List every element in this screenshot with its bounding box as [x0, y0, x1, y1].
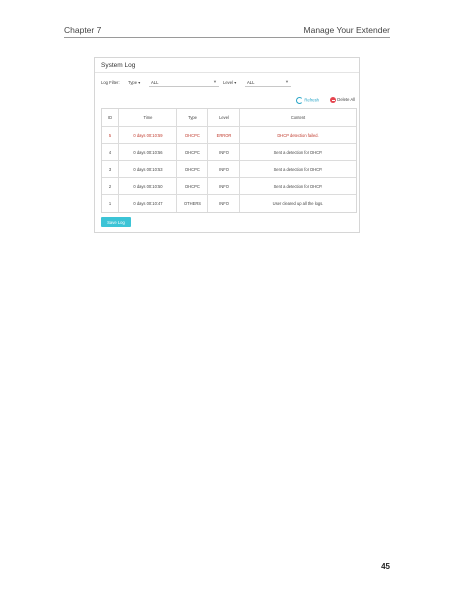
cell-id: 4: [108, 150, 112, 155]
cell-content: DHCP detection failed.: [239, 127, 356, 144]
table-header-row: ID Time Type Level Content: [102, 109, 356, 126]
cell-id: 1: [108, 201, 112, 206]
cell-type: DHCPC: [176, 144, 208, 161]
header-divider: [64, 37, 390, 38]
type-select-value: ALL: [151, 80, 159, 85]
header-level: Level: [207, 109, 240, 126]
table-row: 3 0 days 00:10:53 DHCPC INFO Sent a dete…: [102, 160, 356, 178]
system-log-panel: System Log Log Filter: Type ▾ ALL ▼ Leve…: [94, 57, 360, 233]
cell-content: Sent a detection for DHCP.: [239, 144, 356, 161]
level-select-value: ALL: [247, 80, 255, 85]
refresh-icon: [296, 97, 304, 104]
log-filter-label: Log Filter:: [101, 80, 120, 85]
cell-id: 2: [108, 184, 112, 189]
cell-level: INFO: [207, 195, 240, 212]
page-number: 45: [381, 562, 390, 571]
table-row: 5 0 days 00:10:59 DHCPC ERROR DHCP detec…: [102, 126, 356, 144]
refresh-button[interactable]: Refresh: [296, 97, 319, 104]
cell-type: DHCPC: [176, 178, 208, 195]
type-filter-label: Type ▾: [128, 80, 141, 85]
cell-type: DHCPC: [176, 161, 208, 178]
save-log-button[interactable]: Save Log: [101, 217, 131, 227]
cell-level: ERROR: [207, 127, 240, 144]
cell-type: OTHERS: [176, 195, 208, 212]
cell-content: User cleared up all the logs.: [239, 195, 356, 212]
chevron-down-icon: ▾: [138, 80, 141, 85]
chapter-title: Manage Your Extender: [303, 25, 390, 35]
cell-time: 0 days 00:10:56: [118, 144, 177, 161]
header-time: Time: [118, 109, 177, 126]
cell-id: 3: [108, 167, 112, 172]
chevron-down-icon: ▾: [234, 80, 237, 85]
header-type: Type: [176, 109, 208, 126]
cell-time: 0 days 00:10:50: [118, 178, 177, 195]
table-row: 4 0 days 00:10:56 DHCPC INFO Sent a dete…: [102, 143, 356, 161]
cell-time: 0 days 00:10:59: [118, 127, 177, 144]
cell-content: Sent a detection for DHCP.: [239, 161, 356, 178]
chapter-label: Chapter 7: [64, 25, 102, 35]
cell-id: 5: [108, 133, 112, 138]
title-divider: [95, 72, 359, 73]
table-row: 2 0 days 00:10:50 DHCPC INFO Sent a dete…: [102, 177, 356, 195]
dropdown-arrow-icon: ▼: [285, 79, 289, 84]
table-row: 1 0 days 00:10:47 OTHERS INFO User clear…: [102, 194, 356, 212]
cell-level: INFO: [207, 144, 240, 161]
type-select[interactable]: ALL ▼: [149, 78, 219, 87]
cell-level: INFO: [207, 178, 240, 195]
cell-time: 0 days 00:10:47: [118, 195, 177, 212]
delete-all-button[interactable]: Delete All: [330, 97, 355, 103]
log-table: ID Time Type Level Content 5 0 days 00:1…: [101, 108, 357, 213]
level-select[interactable]: ALL ▼: [245, 78, 291, 87]
header-id: ID: [107, 115, 113, 120]
level-filter-label: Level ▾: [223, 80, 237, 85]
header-content: Content: [239, 109, 356, 126]
panel-title: System Log: [101, 62, 136, 69]
cell-time: 0 days 00:10:53: [118, 161, 177, 178]
cell-content: Sent a detection for DHCP.: [239, 178, 356, 195]
cell-level: INFO: [207, 161, 240, 178]
cell-type: DHCPC: [176, 127, 208, 144]
dropdown-arrow-icon: ▼: [213, 79, 217, 84]
delete-icon: [330, 97, 337, 103]
